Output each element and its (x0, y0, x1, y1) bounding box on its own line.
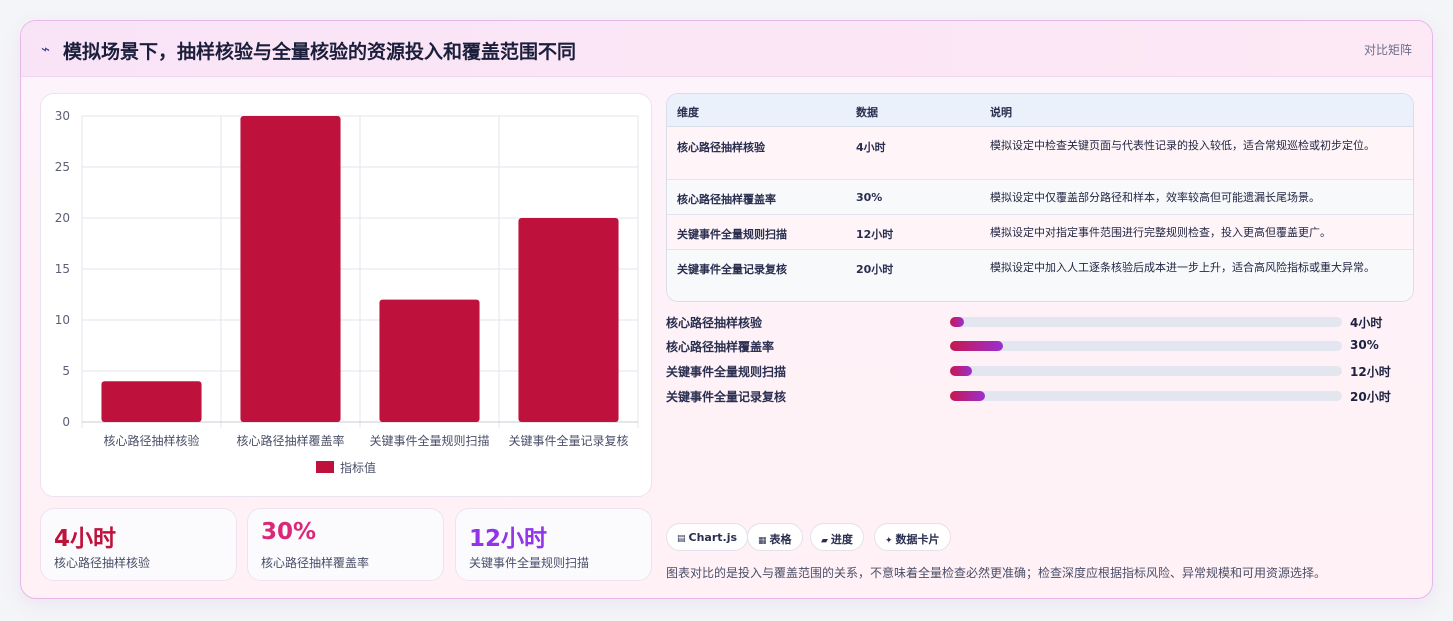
chip-label: 表格 (769, 533, 792, 546)
x-tick-label: 关键事件全量规则扫描 (369, 433, 489, 448)
card-header: ⌁ 模拟场景下，抽样核验与全量核验的资源投入和覆盖范围不同 对比矩阵 (21, 21, 1432, 77)
progress-icon: ▰ (821, 536, 828, 546)
progress-track (950, 341, 1342, 351)
table-cell-data: 30% (856, 191, 883, 204)
stat-label: 核心路径抽样核验 (54, 556, 151, 570)
progress-label: 核心路径抽样覆盖率 (666, 340, 775, 354)
header-tag: 对比矩阵 (1363, 43, 1412, 57)
legend-swatch (316, 461, 334, 473)
y-tick-label: 10 (55, 313, 70, 327)
table-row: 关键事件全量记录复核 20小时 模拟设定中加入人工逐条核验后成本进一步上升，适合… (667, 250, 1413, 301)
progress-label: 关键事件全量记录复核 (666, 390, 787, 404)
progress-track (950, 317, 1342, 327)
bar (101, 381, 202, 422)
footnote: 图表对比的是投入与覆盖范围的关系，不意味着全量检查必然更准确；检查深度应根据指标… (666, 566, 1327, 580)
y-tick-label: 0 (62, 415, 70, 429)
progress-fill (950, 341, 1003, 351)
chip-label: Chart.js (688, 531, 738, 544)
x-tick-label: 核心路径抽样核验 (103, 433, 199, 448)
progress-track (950, 391, 1342, 401)
table-row: 关键事件全量规则扫描 12小时 模拟设定中对指定事件范围进行完整规则检查，投入更… (667, 215, 1413, 250)
progress-row: 关键事件全量规则扫描 12小时 (666, 361, 1414, 381)
bar (518, 218, 619, 422)
table-cell-data: 12小时 (856, 228, 894, 241)
column-header: 数据 (856, 106, 878, 119)
card-title: 模拟场景下，抽样核验与全量核验的资源投入和覆盖范围不同 (63, 41, 577, 63)
progress-value: 12小时 (1350, 365, 1391, 379)
table-row: 核心路径抽样核验 4小时 模拟设定中检查关键页面与代表性记录的投入较低，适合常规… (667, 127, 1413, 180)
progress-fill (950, 366, 972, 376)
table-cell-data: 20小时 (856, 263, 894, 276)
progress-value: 30% (1350, 338, 1379, 352)
y-tick-label: 30 (55, 109, 70, 123)
stat-card: 30% 核心路径抽样覆盖率 (247, 508, 444, 581)
y-tick-label: 5 (62, 364, 70, 378)
table-cell-data: 4小时 (856, 141, 886, 154)
stat-card: 12小时 关键事件全量规则扫描 (455, 508, 652, 581)
x-tick-label: 关键事件全量记录复核 (508, 433, 628, 448)
progress-label: 关键事件全量规则扫描 (666, 365, 787, 379)
progress-label: 核心路径抽样核验 (666, 316, 763, 330)
chip-progress[interactable]: ▰ 进度 (810, 523, 864, 551)
table-cell-dimension: 关键事件全量记录复核 (677, 263, 787, 276)
legend-label: 指标值 (340, 460, 376, 475)
table-cell-dimension: 核心路径抽样核验 (677, 141, 765, 154)
x-tick-label: 核心路径抽样覆盖率 (236, 433, 344, 448)
table-cell-description: 模拟设定中对指定事件范围进行完整规则检查，投入更高但覆盖更广。 (990, 226, 1331, 239)
chip-chartjs[interactable]: ▤ Chart.js (666, 523, 749, 551)
table-header: 维度 数据 说明 (667, 94, 1413, 127)
chart-icon: ▤ (677, 534, 686, 544)
table-cell-description: 模拟设定中加入人工逐条核验后成本进一步上升，适合高风险指标或重大异常。 (990, 261, 1375, 274)
chip-data-card[interactable]: ✦ 数据卡片 (874, 523, 951, 551)
column-header: 维度 (677, 106, 699, 119)
progress-fill (950, 391, 986, 401)
stat-value: 4小时 (54, 526, 117, 552)
table-cell-dimension: 关键事件全量规则扫描 (677, 228, 787, 241)
stat-label: 核心路径抽样覆盖率 (261, 556, 370, 570)
table-row: 核心路径抽样覆盖率 30% 模拟设定中仅覆盖部分路径和样本，效率较高但可能遗漏长… (667, 180, 1413, 215)
stat-value: 12小时 (469, 526, 548, 552)
table-cell-description: 模拟设定中检查关键页面与代表性记录的投入较低，适合常规巡检或初步定位。 (990, 139, 1375, 152)
sparkline-icon: ⌁ (41, 40, 51, 58)
progress-row: 关键事件全量记录复核 20小时 (666, 386, 1414, 406)
progress-row: 核心路径抽样覆盖率 30% (666, 336, 1414, 356)
progress-track (950, 366, 1342, 376)
progress-fill (950, 317, 964, 327)
stat-label: 关键事件全量规则扫描 (469, 556, 590, 570)
chip-label: 数据卡片 (895, 533, 940, 546)
bar (379, 299, 480, 422)
sparkle-icon: ✦ (885, 536, 893, 546)
chip-label: 进度 (830, 533, 853, 546)
bar-chart: 0 5 10 15 20 25 30 核心路径抽样核验 核心路径抽样覆盖率 关键事件全量规则扫描 关… (40, 93, 652, 497)
table-cell-description: 模拟设定中仅覆盖部分路径和样本，效率较高但可能遗漏长尾场景。 (990, 191, 1320, 204)
stat-card: 4小时 核心路径抽样核验 (40, 508, 237, 581)
y-tick-label: 25 (55, 160, 70, 174)
y-tick-label: 15 (55, 262, 70, 276)
table-icon: ▦ (758, 536, 767, 546)
progress-row: 核心路径抽样核验 4小时 (666, 312, 1414, 332)
y-tick-label: 20 (55, 211, 70, 225)
progress-value: 4小时 (1350, 316, 1383, 330)
chip-table[interactable]: ▦ 表格 (747, 523, 803, 551)
data-table: 维度 数据 说明 核心路径抽样核验 4小时 模拟设定中检查关键页面与代表性记录的… (666, 93, 1414, 302)
progress-value: 20小时 (1350, 390, 1391, 404)
stat-value: 30% (261, 519, 317, 545)
comparison-card: ⌁ 模拟场景下，抽样核验与全量核验的资源投入和覆盖范围不同 对比矩阵 0 5 10 1… (20, 20, 1433, 599)
bar-chart-svg: 0 5 10 15 20 25 30 核心路径抽样核验 核心路径抽样覆盖率 关键事件全量规则扫描 关… (55, 109, 639, 475)
table-cell-dimension: 核心路径抽样覆盖率 (677, 193, 776, 206)
bar (240, 116, 341, 422)
column-header: 说明 (990, 106, 1012, 119)
